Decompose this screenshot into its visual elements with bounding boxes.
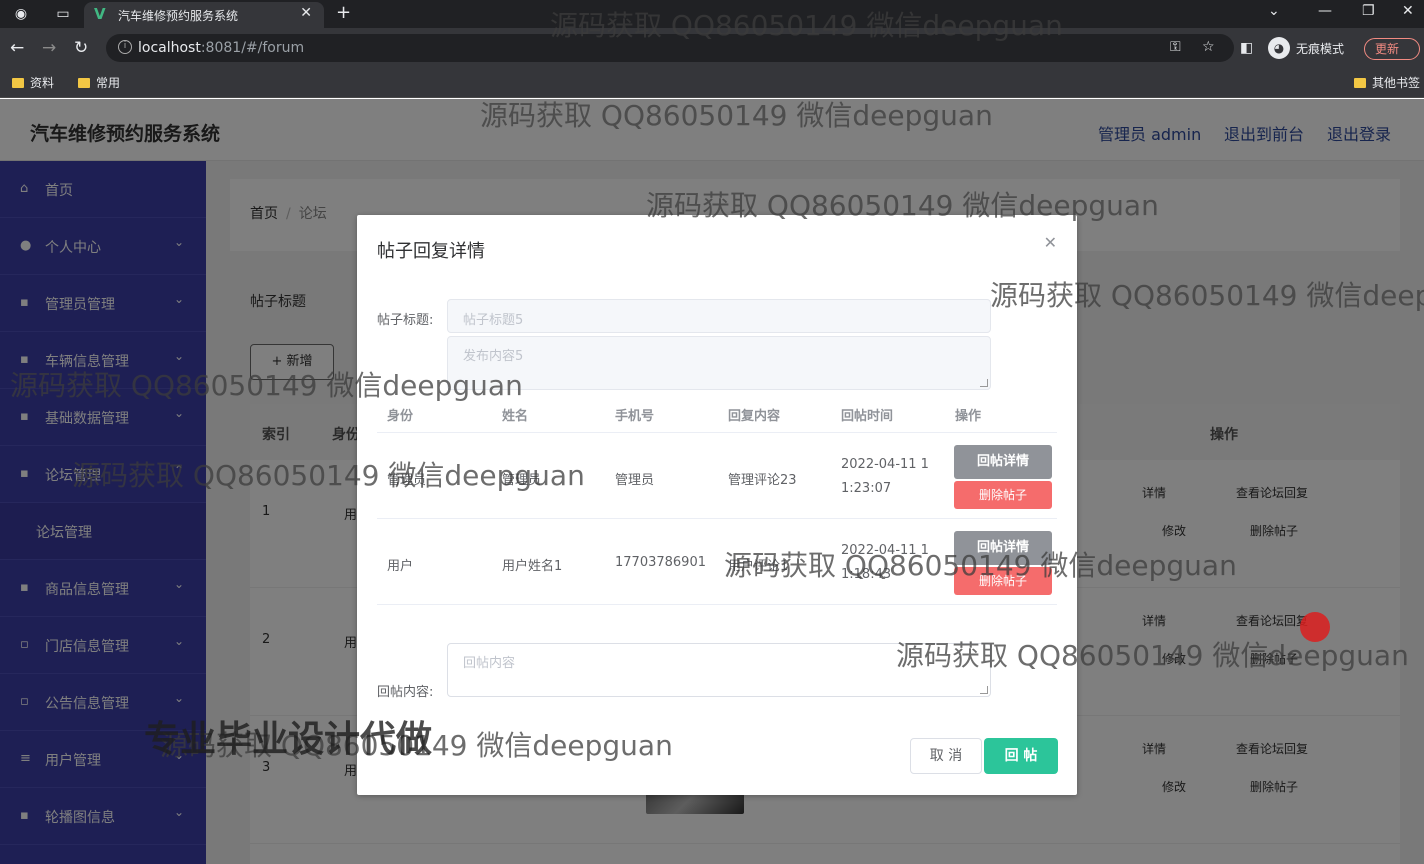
bookmark-label: 常用 <box>96 76 121 90</box>
reload-icon[interactable]: ↻ <box>74 38 88 58</box>
post-title-input: 帖子标题5 <box>447 299 991 333</box>
tab-search-icon[interactable]: ⌄ <box>1268 3 1280 19</box>
other-bookmarks[interactable]: 其他书签 <box>1354 74 1420 91</box>
incognito-label: 无痕模式 <box>1296 41 1345 56</box>
browser-tab-bar: ◉ ▭ V 汽车维修预约服务系统 ✕ + ⌄ — ❐ ✕ <box>0 0 1424 28</box>
submit-reply-button[interactable]: 回 帖 <box>984 738 1058 774</box>
dialog-title: 帖子回复详情 <box>377 241 485 262</box>
bookmark-label: 资料 <box>30 76 55 90</box>
post-content-value: 发布内容5 <box>463 349 524 364</box>
restore-icon[interactable]: ❐ <box>1362 3 1375 19</box>
folder-icon <box>78 77 90 88</box>
bookmarks-bar: 资料 常用 其他书签 <box>0 68 1424 98</box>
new-tab-icon[interactable]: + <box>336 2 351 23</box>
forward-icon[interactable]: → <box>42 38 56 58</box>
reply-detail-dialog: 帖子回复详情 ✕ 帖子标题: 帖子标题5 发布内容5 身份 姓名 手机号 回复内… <box>357 215 1077 795</box>
info-icon[interactable]: i <box>118 40 132 54</box>
reply-placeholder: 回帖内容 <box>463 656 516 671</box>
update-button[interactable]: 更新 <box>1364 38 1420 60</box>
bookmark-folder-2[interactable]: 常用 <box>78 74 120 91</box>
url-input[interactable]: i localhost:8081/#/forum ⚿ ☆ <box>106 34 1234 62</box>
cancel-button[interactable]: 取 消 <box>910 738 982 774</box>
folder-icon <box>12 77 24 88</box>
cursor-highlight <box>1300 612 1330 642</box>
reply-delete-button[interactable]: 删除帖子 <box>954 567 1052 595</box>
url-path: :8081/#/forum <box>200 40 305 56</box>
reply-table-header: 身份 姓名 手机号 回复内容 回帖时间 操作 <box>377 393 1057 433</box>
incognito-icon: ◕ <box>1268 37 1290 59</box>
bookmark-label: 其他书签 <box>1372 76 1421 90</box>
globe-icon[interactable]: ◉ <box>12 5 30 23</box>
star-icon[interactable]: ☆ <box>1202 39 1215 55</box>
url-host: localhost <box>138 40 201 56</box>
reply-content-label: 回帖内容: <box>377 685 434 700</box>
reply-detail-button[interactable]: 回帖详情 <box>954 531 1052 565</box>
resize-handle-icon <box>980 379 988 387</box>
minimize-icon[interactable]: — <box>1318 3 1332 19</box>
folder-icon <box>1354 77 1366 88</box>
close-tab-icon[interactable]: ✕ <box>300 5 312 21</box>
vue-logo-icon: V <box>94 5 106 23</box>
sidepanel-icon[interactable]: ◧ <box>1240 40 1253 56</box>
key-icon[interactable]: ⚿ <box>1170 39 1181 55</box>
resize-handle-icon[interactable] <box>980 686 988 694</box>
back-icon[interactable]: ← <box>10 38 24 58</box>
incognito-badge[interactable]: ◕ 无痕模式 <box>1268 34 1344 62</box>
reply-delete-button[interactable]: 删除帖子 <box>954 481 1052 509</box>
reply-row: 用户 用户姓名1 17703786901 用户评论1 2022-04-11 1 … <box>377 519 1057 605</box>
reply-content-textarea[interactable]: 回帖内容 <box>447 643 991 697</box>
close-window-icon[interactable]: ✕ <box>1402 3 1414 19</box>
browser-tab[interactable]: V 汽车维修预约服务系统 ✕ <box>84 2 324 28</box>
bookmark-folder-1[interactable]: 资料 <box>12 74 54 91</box>
address-bar-row: ← → ↻ i localhost:8081/#/forum ⚿ ☆ ◧ ◕ 无… <box>0 28 1424 68</box>
post-content-textarea: 发布内容5 <box>447 336 991 390</box>
reply-row: 管理员 管理员 管理员 管理评论23 2022-04-11 1 1:23:07 … <box>377 433 1057 519</box>
reply-detail-button[interactable]: 回帖详情 <box>954 445 1052 479</box>
tab-title: 汽车维修预约服务系统 <box>118 9 239 23</box>
close-icon[interactable]: ✕ <box>1044 233 1057 252</box>
post-title-label: 帖子标题: <box>377 313 434 328</box>
window-icon[interactable]: ▭ <box>54 5 72 23</box>
